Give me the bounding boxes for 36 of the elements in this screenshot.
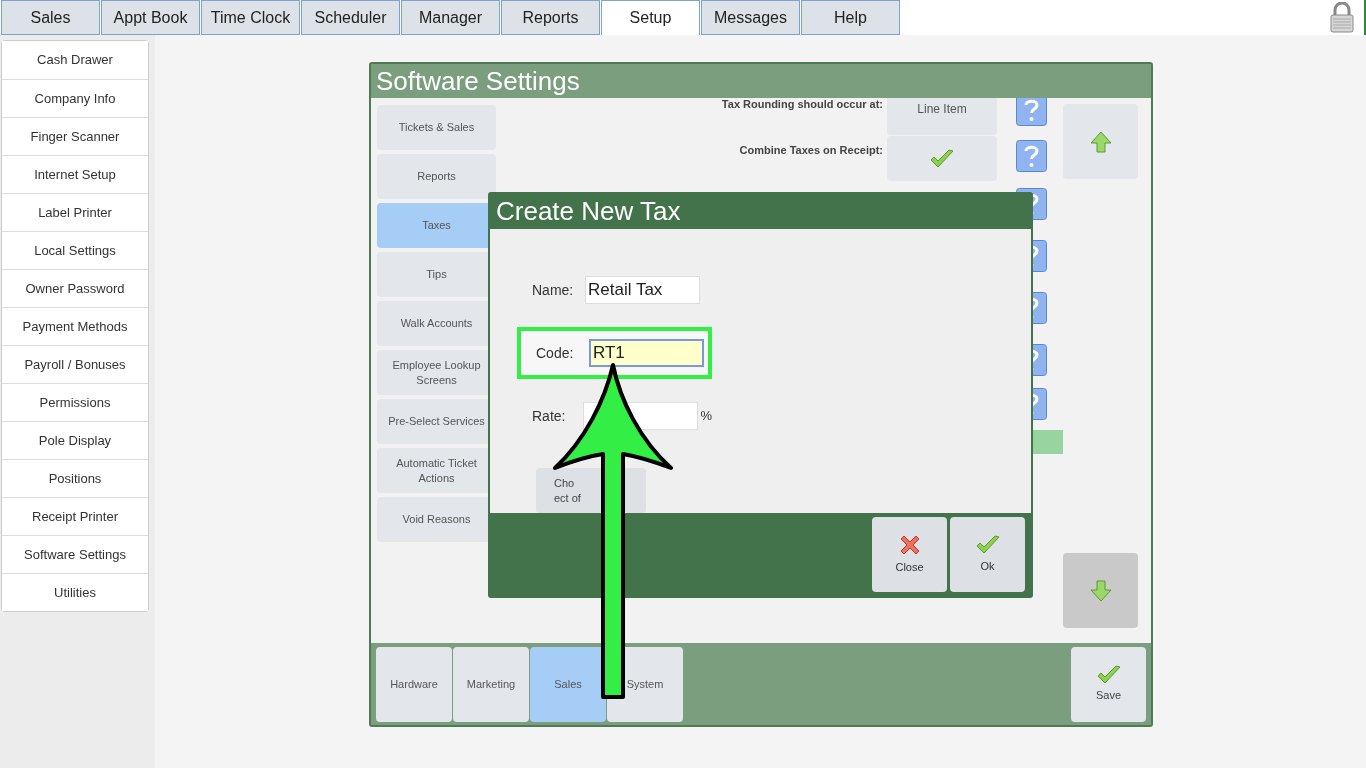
dialog-title: Create New Tax <box>490 194 1031 229</box>
text-field[interactable]: RT1 <box>589 339 704 367</box>
ok-button[interactable]: Ok <box>950 517 1025 592</box>
category-button[interactable]: Reports <box>377 154 496 199</box>
field-label: Rate: <box>532 406 567 426</box>
close-button[interactable]: Close <box>872 517 947 592</box>
window-title: Software Settings <box>371 64 1151 98</box>
help-icon[interactable] <box>1016 140 1047 172</box>
up-arrow-icon <box>1088 129 1113 154</box>
nav-tab[interactable]: Manager <box>401 0 500 35</box>
setting-label: Combine Taxes on Receipt: <box>739 143 883 158</box>
setting-value-button[interactable]: Line Item <box>887 98 997 135</box>
nav-tab[interactable]: Scheduler <box>301 0 400 35</box>
nav-tab[interactable]: Help <box>801 0 900 35</box>
bottom-tab[interactable]: Marketing <box>453 646 529 722</box>
nav-tab[interactable]: Messages <box>701 0 800 35</box>
save-button[interactable]: Save <box>1071 646 1146 722</box>
nav-tab[interactable]: Sales <box>1 0 100 35</box>
setting-toggle[interactable] <box>887 136 997 181</box>
field-suffix: % <box>700 407 712 426</box>
field-label: Code: <box>536 343 575 363</box>
field-label: Name: <box>532 280 575 300</box>
setting-label: Tax Rounding should occur at: <box>721 98 883 112</box>
nav-tab[interactable]: Time Clock <box>201 0 300 35</box>
lock-icon[interactable] <box>1330 2 1354 33</box>
nav-tab[interactable]: Appt Book <box>101 0 200 35</box>
category-button[interactable]: Tickets & Sales <box>377 105 496 150</box>
nav-tab[interactable]: Setup <box>601 0 700 35</box>
text-field[interactable]: Retail Tax <box>585 276 700 304</box>
sidebar-item[interactable]: Utilities <box>2 573 148 611</box>
bottom-tab[interactable]: Hardware <box>376 646 452 722</box>
nav-tab[interactable]: Reports <box>501 0 600 35</box>
help-icon[interactable] <box>1016 98 1047 126</box>
bottom-tab[interactable]: Sales <box>530 646 606 722</box>
check-icon <box>929 147 955 170</box>
down-arrow-icon <box>1088 578 1113 603</box>
